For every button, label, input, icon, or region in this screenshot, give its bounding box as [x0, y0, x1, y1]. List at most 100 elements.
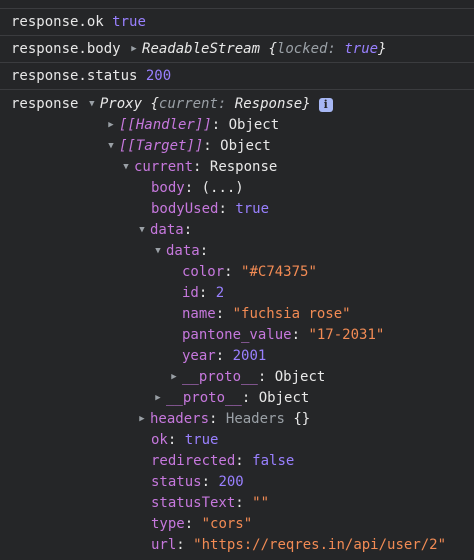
colon: :	[184, 516, 194, 532]
triangle-right-icon[interactable]: ▶	[106, 115, 116, 136]
colon: :	[241, 390, 251, 406]
property-value: Response	[209, 159, 278, 175]
property-key: pantone_value	[182, 327, 292, 343]
colon: :	[257, 369, 267, 385]
property-value: Object	[274, 369, 326, 385]
colon: :	[183, 222, 193, 238]
tree-row-year: year : 2001	[0, 346, 474, 367]
string-value: ""	[252, 495, 270, 511]
property-key: bodyUsed	[151, 201, 219, 217]
tree-row-headers[interactable]: ▶ headers : Headers {}	[0, 409, 474, 430]
triangle-down-icon[interactable]: ▼	[153, 241, 163, 262]
tree-row-type: type : "cors"	[0, 514, 474, 535]
type-name: ReadableStream	[142, 41, 261, 57]
type-name: Headers	[225, 411, 285, 427]
property-key: headers	[150, 411, 210, 427]
expression-label: response.status	[11, 68, 138, 84]
triangle-down-icon[interactable]: ▼	[121, 157, 131, 178]
property-key: data	[166, 243, 200, 259]
triangle-down-icon[interactable]: ▼	[137, 220, 147, 241]
close-brace: }	[378, 41, 387, 57]
property-key: current	[158, 96, 218, 112]
string-value: "fuchsia rose"	[232, 306, 351, 322]
colon: :	[184, 180, 194, 196]
property-key: data	[150, 222, 184, 238]
tree-row-proto-outer[interactable]: ▶ __proto__ : Object	[0, 388, 474, 409]
property-value: Object	[220, 138, 271, 154]
colon: :	[235, 495, 244, 511]
property-key: statusText	[151, 495, 236, 511]
colon: :	[201, 474, 211, 490]
expression-label: response.body	[11, 41, 121, 57]
property-key: year	[182, 348, 216, 364]
triangle-right-icon[interactable]: ▶	[153, 388, 163, 409]
console-message-response-ok[interactable]: response.ok true	[0, 9, 474, 36]
property-key: url	[151, 537, 177, 553]
property-value: {}	[293, 411, 311, 427]
colon: :	[203, 138, 212, 154]
type-name: Proxy	[99, 96, 143, 112]
tree-row-id: id : 2	[0, 283, 474, 304]
close-brace: }	[302, 96, 311, 112]
colon: :	[218, 201, 227, 217]
triangle-right-icon[interactable]: ▶	[129, 36, 139, 62]
console-message-response-body[interactable]: response.body ▶ ReadableStream { locked …	[0, 36, 474, 63]
number-value: 2	[215, 285, 225, 301]
colon: :	[291, 327, 301, 343]
triangle-down-icon[interactable]: ▼	[87, 94, 97, 115]
tree-row-data-outer[interactable]: ▼ data :	[0, 220, 474, 241]
tree-row-redirected: redirected : false	[0, 451, 474, 472]
property-value: Object	[228, 117, 280, 133]
boolean-value: true	[184, 432, 219, 448]
tree-row-target[interactable]: ▼ [[Target]] : Object	[0, 136, 474, 157]
property-key: color	[182, 264, 225, 280]
url-string-value[interactable]: "https://reqres.in/api/user/2"	[193, 535, 446, 556]
tree-row-url: url : "https://reqres.in/api/user/2"	[0, 535, 474, 556]
colon: :	[224, 264, 233, 280]
object-root-row[interactable]: response ▼ Proxy { current : Response } …	[0, 94, 474, 115]
boolean-value: true	[344, 41, 379, 57]
colon: :	[193, 159, 202, 175]
tree-row-pantone-value: pantone_value : "17-2031"	[0, 325, 474, 346]
boolean-value: true	[235, 201, 270, 217]
triangle-right-icon[interactable]: ▶	[137, 409, 147, 430]
tree-row-color: color : "#C74375"	[0, 262, 474, 283]
string-value: "#C74375"	[241, 264, 317, 280]
property-key: ok	[151, 432, 168, 448]
property-value: Object	[258, 390, 310, 406]
colon: :	[209, 411, 218, 427]
triangle-right-icon[interactable]: ▶	[169, 367, 179, 388]
colon: :	[217, 96, 227, 112]
tree-row-status: status : 200	[0, 472, 474, 493]
property-key: redirected	[151, 453, 236, 469]
number-value: 200	[145, 68, 172, 84]
property-key: id	[182, 285, 199, 301]
tree-row-bodyused: bodyUsed : true	[0, 199, 474, 220]
string-value: "17-2031"	[308, 327, 385, 343]
info-icon[interactable]: i	[318, 97, 333, 112]
property-key: __proto__	[182, 369, 258, 385]
tree-row-data-inner[interactable]: ▼ data :	[0, 241, 474, 262]
console-message-response-status[interactable]: response.status 200	[0, 63, 474, 90]
property-key: type	[151, 516, 185, 532]
getter-placeholder[interactable]: (...)	[202, 178, 244, 199]
number-value: 2001	[232, 348, 267, 364]
tree-row-body[interactable]: body : (...)	[0, 178, 474, 199]
colon: :	[235, 453, 244, 469]
console-message-response-object: response ▼ Proxy { current : Response } …	[0, 90, 474, 556]
colon: :	[215, 306, 225, 322]
property-key: body	[151, 180, 185, 196]
colon: :	[176, 537, 185, 553]
tree-row-current[interactable]: ▼ current : Response	[0, 157, 474, 178]
triangle-down-icon[interactable]: ▼	[106, 136, 116, 157]
tree-row-handler[interactable]: ▶ [[Handler]] : Object	[0, 115, 474, 136]
colon: :	[199, 243, 209, 259]
expression-label: response	[11, 96, 79, 112]
tree-row-proto-inner[interactable]: ▶ __proto__ : Object	[0, 367, 474, 388]
tree-row-statustext: statusText : ""	[0, 493, 474, 514]
open-brace: {	[268, 41, 277, 57]
property-key: locked	[276, 41, 328, 57]
devtools-console: response.ok true response.body ▶ Readabl…	[0, 0, 474, 560]
property-key: [[Handler]]	[119, 117, 212, 133]
string-value: "cors"	[201, 516, 253, 532]
